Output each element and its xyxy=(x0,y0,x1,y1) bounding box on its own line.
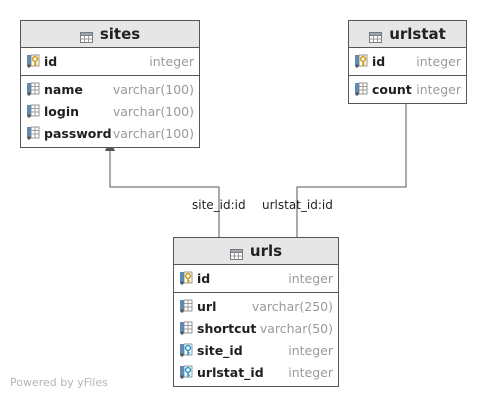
column-name: login xyxy=(44,103,80,119)
table-urlstat[interactable]: urlstat id integer count integer xyxy=(348,20,467,104)
table-icon xyxy=(229,246,243,260)
column-row-name[interactable]: name varchar(100) xyxy=(21,78,199,100)
primary-key-icon xyxy=(179,271,193,285)
table-header[interactable]: sites xyxy=(21,21,199,48)
table-title: sites xyxy=(99,25,141,43)
column-row-count[interactable]: count integer xyxy=(349,78,466,100)
column-type: varchar(50) xyxy=(259,320,333,336)
column-name: name xyxy=(44,81,83,97)
table-icon xyxy=(369,29,383,43)
column-name: id xyxy=(197,270,211,286)
column-type: integer xyxy=(288,342,333,358)
column-type: integer xyxy=(416,81,461,97)
column-name: site_id xyxy=(197,342,243,358)
foreign-key-icon xyxy=(179,343,193,357)
column-icon xyxy=(179,321,193,335)
foreign-key-icon xyxy=(179,365,193,379)
column-row-password[interactable]: password varchar(100) xyxy=(21,122,199,144)
column-row-id[interactable]: id integer xyxy=(174,267,338,289)
column-type: integer xyxy=(416,53,461,69)
columns-section: url varchar(250) shortcut varchar(50) site_i… xyxy=(174,293,338,386)
table-header[interactable]: urls xyxy=(174,238,338,265)
column-type: varchar(250) xyxy=(251,298,333,314)
watermark: Powered by yFiles xyxy=(10,376,108,389)
primary-key-section: id integer xyxy=(174,265,338,293)
column-type: integer xyxy=(288,270,333,286)
column-row-url[interactable]: url varchar(250) xyxy=(174,295,338,317)
column-type: varchar(100) xyxy=(112,81,194,97)
column-type: varchar(100) xyxy=(112,103,194,119)
column-row-id[interactable]: id integer xyxy=(21,50,199,72)
primary-key-icon xyxy=(26,54,40,68)
table-urls[interactable]: urls id integer url varchar(250) shortcut varc… xyxy=(173,237,339,387)
column-icon xyxy=(26,126,40,140)
column-row-id[interactable]: id integer xyxy=(349,50,466,72)
table-sites[interactable]: sites id integer name varchar(100) login varch… xyxy=(20,20,200,148)
column-row-login[interactable]: login varchar(100) xyxy=(21,100,199,122)
column-name: shortcut xyxy=(197,320,257,336)
table-header[interactable]: urlstat xyxy=(349,21,466,48)
column-name: id xyxy=(372,53,386,69)
primary-key-section: id integer xyxy=(349,48,466,76)
column-type: integer xyxy=(288,364,333,380)
column-icon xyxy=(354,82,368,96)
primary-key-icon xyxy=(354,54,368,68)
columns-section: name varchar(100) login varchar(100) passwor… xyxy=(21,76,199,147)
column-icon xyxy=(26,82,40,96)
column-type: integer xyxy=(149,53,194,69)
table-icon xyxy=(79,29,93,43)
column-name: count xyxy=(372,81,412,97)
relation-line-sites xyxy=(109,150,220,238)
column-name: id xyxy=(44,53,58,69)
column-row-urlstat-id[interactable]: urlstat_id integer xyxy=(174,361,338,383)
table-title: urlstat xyxy=(389,25,446,43)
column-row-site-id[interactable]: site_id integer xyxy=(174,339,338,361)
column-name: url xyxy=(197,298,217,314)
relation-line-urlstat xyxy=(296,103,407,238)
column-icon xyxy=(26,104,40,118)
columns-section: count integer xyxy=(349,76,466,103)
column-name: urlstat_id xyxy=(197,364,264,380)
column-row-shortcut[interactable]: shortcut varchar(50) xyxy=(174,317,338,339)
column-icon xyxy=(179,299,193,313)
column-name: password xyxy=(44,125,112,141)
relation-label-urlstat-id: urlstat_id:id xyxy=(262,198,333,212)
table-title: urls xyxy=(249,242,283,260)
relation-label-site-id: site_id:id xyxy=(192,198,246,212)
primary-key-section: id integer xyxy=(21,48,199,76)
column-type: varchar(100) xyxy=(112,125,194,141)
